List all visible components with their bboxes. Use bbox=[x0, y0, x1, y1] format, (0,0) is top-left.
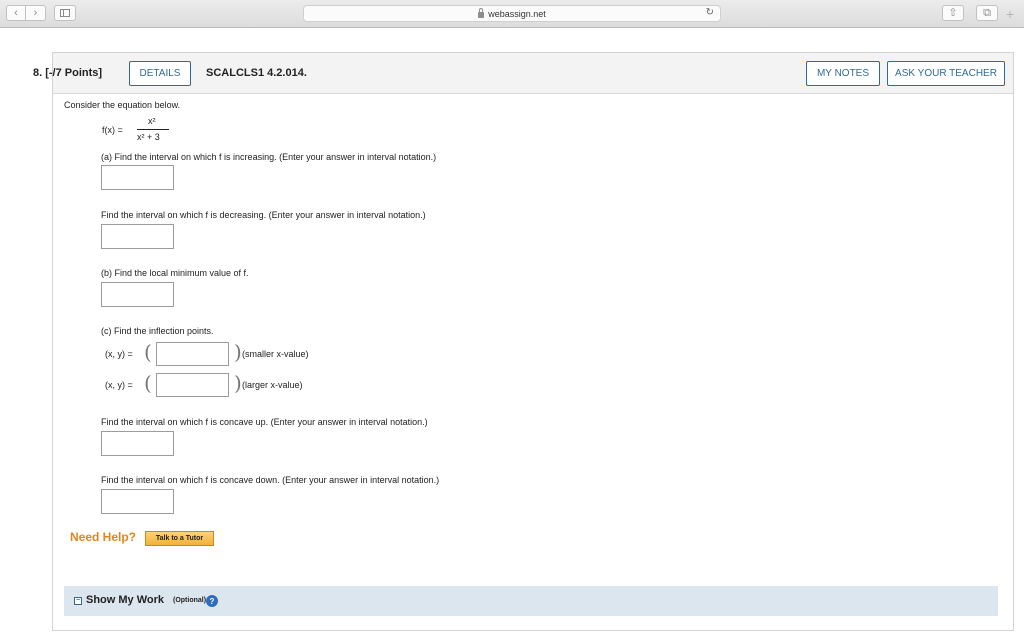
intro-text: Consider the equation below. bbox=[64, 100, 181, 110]
question-code: SCALCLS1 4.2.014. bbox=[206, 67, 307, 79]
my-notes-button[interactable]: MY NOTES bbox=[806, 61, 880, 86]
reload-icon[interactable]: ↻ bbox=[706, 7, 714, 18]
inflection-larger-input[interactable] bbox=[156, 373, 229, 397]
open-paren-2: ( bbox=[144, 371, 152, 395]
equation-lhs: f(x) = bbox=[102, 125, 123, 135]
address-bar[interactable]: webassign.net ↻ bbox=[303, 5, 721, 22]
concave-down-input[interactable] bbox=[101, 489, 174, 514]
concave-up-input[interactable] bbox=[101, 431, 174, 456]
back-icon[interactable]: ‹ bbox=[6, 5, 26, 21]
details-button[interactable]: DETAILS bbox=[129, 61, 191, 86]
fraction-bar bbox=[137, 129, 169, 130]
sidebar-glyph bbox=[60, 9, 70, 17]
smaller-x-label: (smaller x-value) bbox=[242, 349, 309, 359]
increasing-input[interactable] bbox=[101, 165, 174, 190]
inflection-smaller-input[interactable] bbox=[156, 342, 229, 366]
share-icon[interactable]: ⇧ bbox=[942, 5, 964, 21]
decreasing-text: Find the interval on which f is decreasi… bbox=[101, 210, 426, 220]
close-paren-1: ) bbox=[234, 340, 242, 364]
forward-icon[interactable]: › bbox=[26, 5, 46, 21]
need-help-label: Need Help? bbox=[70, 530, 137, 544]
local-min-input[interactable] bbox=[101, 282, 174, 307]
concave-up-text: Find the interval on which f is concave … bbox=[101, 417, 428, 427]
part-a-increasing-text: (a) Find the interval on which f is incr… bbox=[101, 152, 437, 162]
new-tab-icon[interactable]: + bbox=[1006, 6, 1014, 22]
browser-toolbar: ‹ › webassign.net ↻ ⇧ ⧉ + bbox=[0, 0, 1024, 28]
url-text: webassign.net bbox=[488, 8, 546, 19]
close-paren-2: ) bbox=[234, 371, 242, 395]
concave-down-text: Find the interval on which f is concave … bbox=[101, 475, 440, 485]
open-paren-1: ( bbox=[144, 340, 152, 364]
sidebar-icon[interactable] bbox=[54, 5, 76, 21]
show-my-work-bar[interactable]: − Show My Work (Optional) ? bbox=[64, 586, 998, 616]
collapse-toggle-icon[interactable]: − bbox=[74, 597, 82, 605]
equation-numerator: x² bbox=[148, 116, 156, 126]
part-b-text: (b) Find the local minimum value of f. bbox=[101, 268, 249, 278]
optional-label: (Optional) bbox=[173, 597, 207, 604]
xy-label-2: (x, y) = bbox=[105, 380, 133, 390]
help-circle-icon[interactable]: ? bbox=[206, 595, 218, 607]
show-my-work-label[interactable]: Show My Work bbox=[86, 594, 164, 606]
decreasing-input[interactable] bbox=[101, 224, 174, 249]
talk-to-tutor-button[interactable]: Talk to a Tutor bbox=[145, 531, 214, 546]
nav-buttons: ‹ › bbox=[6, 5, 46, 21]
lock-icon bbox=[478, 7, 485, 18]
question-panel: 8. [-/7 Points] DETAILS SCALCLS1 4.2.014… bbox=[33, 52, 1014, 631]
question-number: 8. [-/7 Points] bbox=[33, 67, 103, 79]
question-header: 8. [-/7 Points] DETAILS SCALCLS1 4.2.014… bbox=[33, 53, 1013, 94]
ask-teacher-button[interactable]: ASK YOUR TEACHER bbox=[887, 61, 1005, 86]
part-c-text: (c) Find the inflection points. bbox=[101, 326, 214, 336]
larger-x-label: (larger x-value) bbox=[242, 380, 303, 390]
xy-label-1: (x, y) = bbox=[105, 349, 133, 359]
equation-denominator: x² + 3 bbox=[137, 132, 160, 142]
tabs-icon[interactable]: ⧉ bbox=[976, 5, 998, 21]
